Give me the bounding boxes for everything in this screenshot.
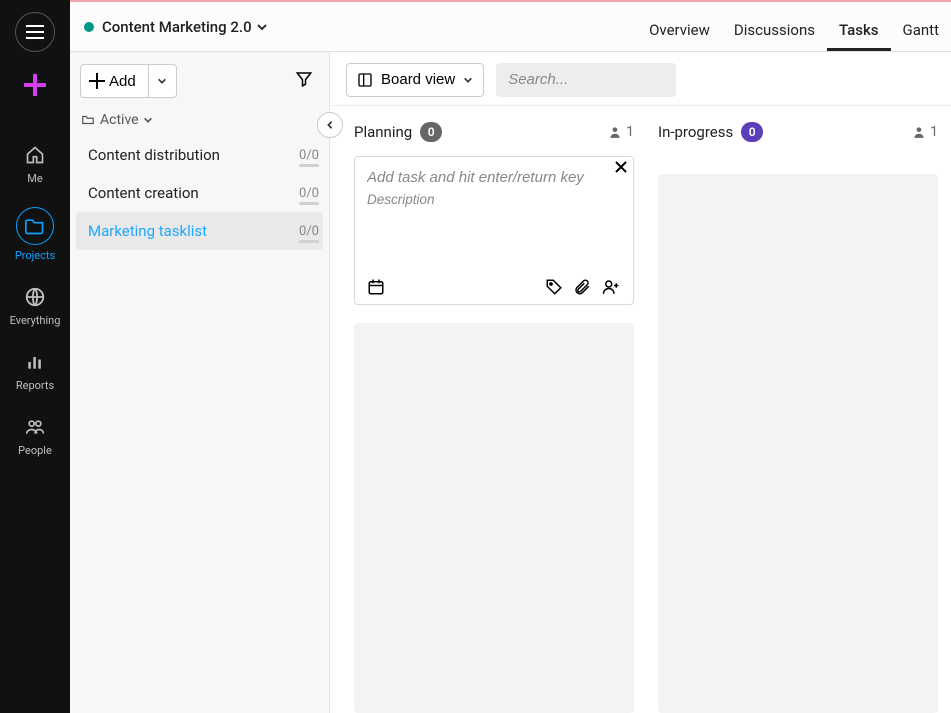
tag-icon [545, 278, 563, 296]
rail-label-me: Me [27, 172, 42, 185]
tasklist-item-count: 0/0 [299, 186, 319, 201]
tasklist-item-label: Marketing tasklist [88, 222, 207, 240]
folder-label: Active [100, 112, 139, 128]
attachment-button[interactable] [573, 278, 591, 296]
folder-icon [24, 216, 46, 236]
globe-icon [24, 286, 46, 308]
paperclip-icon [573, 278, 591, 296]
chevron-down-icon [143, 115, 153, 125]
filter-icon [295, 70, 313, 88]
tasklist-item-count: 0/0 [299, 224, 319, 239]
rail-label-everything: Everything [10, 314, 61, 327]
tasklist-item[interactable]: Marketing tasklist 0/0 [76, 212, 323, 250]
main-area: Content Marketing 2.0 Overview Discussio… [70, 0, 951, 713]
tag-button[interactable] [545, 278, 563, 296]
search-input[interactable] [496, 63, 676, 97]
board-icon [357, 72, 373, 88]
rail-item-me[interactable]: Me [22, 142, 48, 185]
rail-item-projects[interactable]: Projects [15, 207, 55, 262]
people-icon [23, 417, 47, 437]
column-count-badge: 0 [741, 122, 763, 142]
tab-tasks[interactable]: Tasks [827, 21, 891, 51]
board-area: Board view Planning 0 1 [330, 52, 951, 713]
tasklist-panel: Add Active Content distribution [70, 52, 330, 713]
chevron-down-icon [256, 21, 268, 33]
add-button[interactable]: Add [80, 64, 149, 98]
board-view-switcher[interactable]: Board view [346, 63, 484, 97]
tasklist-item-label: Content creation [88, 184, 199, 202]
column-header[interactable]: Planning 0 1 [354, 122, 634, 142]
filter-button[interactable] [289, 64, 319, 98]
rail-item-everything[interactable]: Everything [10, 284, 61, 327]
column-title: Planning [354, 123, 412, 141]
column-drop-zone[interactable] [354, 323, 634, 713]
rail-label-projects: Projects [15, 249, 55, 262]
column-assignee-count: 1 [912, 124, 938, 140]
add-dropdown-button[interactable] [149, 64, 177, 98]
collapse-panel-button[interactable] [317, 112, 343, 138]
plus-icon [24, 74, 46, 96]
project-tabs: Overview Discussions Tasks Gantt [637, 2, 951, 51]
column-title: In-progress [658, 123, 733, 141]
rail-item-people[interactable]: People [18, 414, 52, 457]
tab-overview[interactable]: Overview [637, 21, 722, 51]
board-toolbar: Board view [330, 52, 951, 106]
new-task-card [354, 156, 634, 305]
board-column-in-progress: In-progress 0 1 [658, 122, 938, 713]
column-header[interactable]: In-progress 0 1 [658, 122, 938, 142]
board-column-planning: Planning 0 1 [354, 122, 634, 713]
global-add-button[interactable] [24, 74, 46, 100]
calendar-icon [367, 278, 385, 296]
folder-icon [80, 113, 96, 127]
top-bar: Content Marketing 2.0 Overview Discussio… [70, 0, 951, 52]
new-task-title-input[interactable] [367, 167, 621, 188]
close-button[interactable] [615, 159, 627, 177]
project-title-dropdown[interactable]: Content Marketing 2.0 [102, 18, 268, 36]
tasklist-list: Content distribution 0/0 Content creatio… [70, 136, 329, 250]
search-field-wrapper [496, 63, 676, 97]
project-status-dot [84, 22, 94, 32]
tasklist-item-label: Content distribution [88, 146, 220, 164]
project-title: Content Marketing 2.0 [102, 18, 252, 36]
board-view-label: Board view [381, 71, 455, 88]
chevron-left-icon [325, 120, 335, 130]
column-drop-zone[interactable] [658, 174, 938, 713]
person-plus-icon [601, 278, 621, 296]
tab-discussions[interactable]: Discussions [722, 21, 827, 51]
menu-button[interactable] [15, 12, 55, 52]
tab-gantt[interactable]: Gantt [891, 21, 951, 51]
work-area: Add Active Content distribution [70, 52, 951, 713]
hamburger-icon [26, 25, 44, 39]
tasklist-item[interactable]: Content creation 0/0 [70, 174, 329, 212]
person-icon [912, 125, 926, 139]
chevron-down-icon [157, 76, 167, 86]
plus-icon [89, 73, 105, 89]
column-count-badge: 0 [420, 122, 442, 142]
add-button-label: Add [109, 73, 136, 90]
close-icon [615, 161, 627, 173]
tasklist-folder-dropdown[interactable]: Active [70, 108, 329, 136]
rail-label-people: People [18, 444, 52, 457]
side-rail: Me Projects Everything Reports [0, 0, 70, 713]
bar-chart-icon [24, 352, 46, 372]
rail-label-reports: Reports [16, 379, 54, 392]
tasklist-item-count: 0/0 [299, 148, 319, 163]
board-columns: Planning 0 1 [330, 106, 951, 713]
assignee-button[interactable] [601, 278, 621, 296]
column-assignee-count: 1 [608, 124, 634, 140]
chevron-down-icon [463, 75, 473, 85]
tasklist-item[interactable]: Content distribution 0/0 [70, 136, 329, 174]
home-icon [24, 145, 46, 165]
due-date-button[interactable] [367, 278, 385, 296]
new-task-description-input[interactable] [367, 188, 621, 207]
person-icon [608, 125, 622, 139]
rail-item-reports[interactable]: Reports [16, 349, 54, 392]
